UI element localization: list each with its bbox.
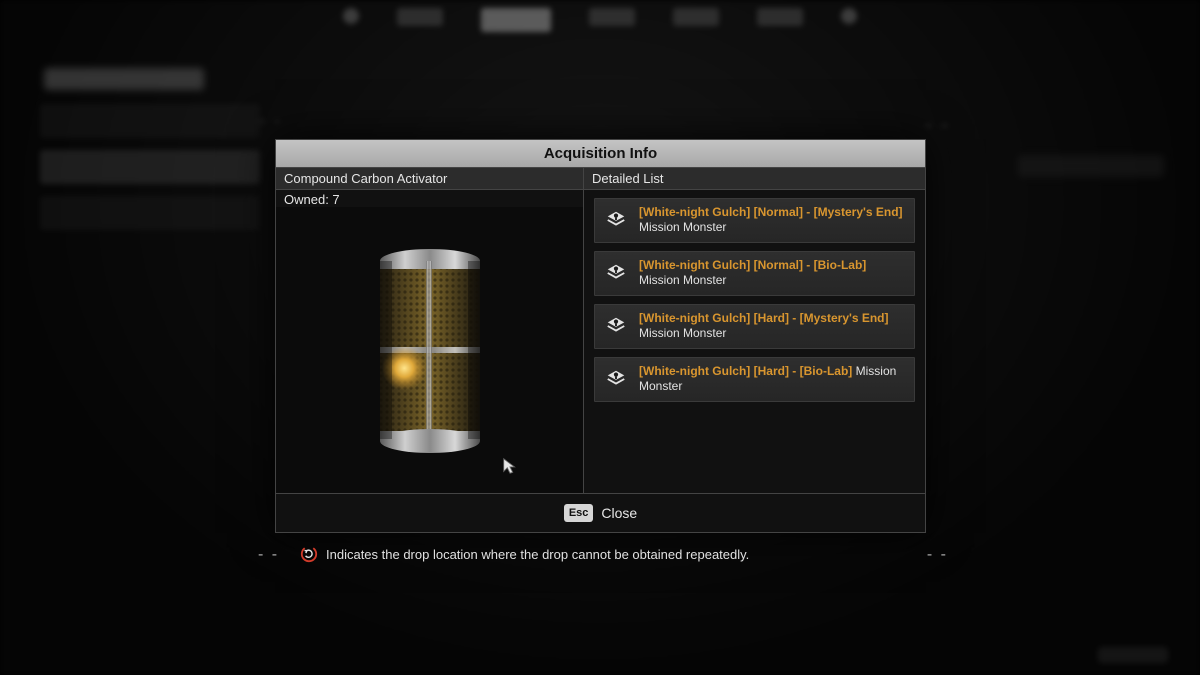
entry-text: [White-night Gulch] [Hard] - [Bio-Lab] M… — [639, 364, 904, 394]
no-repeat-icon — [300, 545, 318, 563]
acquisition-entry[interactable]: [White-night Gulch] [Hard] - [Bio-Lab] M… — [594, 357, 915, 402]
entry-text: [White-night Gulch] [Normal] - [Mystery'… — [639, 205, 904, 235]
entry-source: Mission Monster — [639, 326, 726, 340]
cursor-icon — [501, 457, 519, 475]
background-dots: - - — [925, 114, 950, 137]
legend-text: Indicates the drop location where the dr… — [326, 547, 749, 562]
location-icon — [605, 368, 627, 390]
acquisition-entry[interactable]: [White-night Gulch] [Normal] - [Mystery'… — [594, 198, 915, 243]
item-name: Compound Carbon Activator — [276, 168, 583, 190]
entry-source: Mission Monster — [639, 220, 726, 234]
item-display — [276, 207, 583, 493]
entry-path: [White-night Gulch] [Normal] - [Mystery'… — [639, 205, 903, 219]
entry-path: [White-night Gulch] [Normal] - [Bio-Lab] — [639, 258, 866, 272]
acquisition-info-modal: Acquisition Info Compound Carbon Activat… — [275, 139, 926, 533]
background-bottom-right — [1098, 647, 1168, 663]
entry-path: [White-night Gulch] [Hard] - [Mystery's … — [639, 311, 889, 325]
esc-keycap: Esc — [564, 504, 594, 522]
acquisition-entry[interactable]: [White-night Gulch] [Hard] - [Mystery's … — [594, 304, 915, 349]
modal-columns: Compound Carbon Activator Owned: 7 — [276, 168, 925, 494]
background-section-title — [44, 68, 204, 90]
decorative-dashes-right: - - — [927, 546, 948, 564]
item-canister-image — [372, 247, 488, 453]
decorative-dashes-left: - - — [258, 546, 279, 564]
location-icon — [605, 262, 627, 284]
detailed-list-header: Detailed List — [584, 168, 925, 190]
close-label: Close — [601, 505, 637, 521]
background-right-panel — [1018, 155, 1164, 177]
entry-path: [White-night Gulch] [Hard] - [Bio-Lab] — [639, 364, 852, 378]
close-button[interactable]: Esc Close — [276, 494, 925, 532]
entry-text: [White-night Gulch] [Normal] - [Bio-Lab]… — [639, 258, 904, 288]
location-icon — [605, 209, 627, 231]
entry-source: Mission Monster — [639, 273, 726, 287]
repeat-drop-legend: Indicates the drop location where the dr… — [300, 545, 749, 563]
detail-column: Detailed List [White-night Gulch] [Norma… — [584, 168, 925, 493]
background-side-list: - - — [40, 104, 260, 242]
modal-title: Acquisition Info — [276, 140, 925, 168]
owned-count: Owned: 7 — [276, 190, 583, 207]
item-column: Compound Carbon Activator Owned: 7 — [276, 168, 584, 493]
entry-text: [White-night Gulch] [Hard] - [Mystery's … — [639, 311, 904, 341]
acquisition-list: [White-night Gulch] [Normal] - [Mystery'… — [584, 190, 925, 402]
location-icon — [605, 315, 627, 337]
background-top-nav — [0, 8, 1200, 38]
acquisition-entry[interactable]: [White-night Gulch] [Normal] - [Bio-Lab]… — [594, 251, 915, 296]
